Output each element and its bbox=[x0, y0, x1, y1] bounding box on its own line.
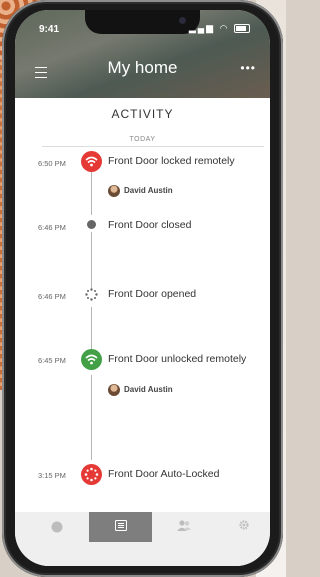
door-closed-dot-icon bbox=[87, 220, 96, 229]
section-divider bbox=[42, 146, 264, 147]
phone-frame: 9:41 ▂▄▆ ◠ My home ••• ACTIVITY TODAY 6:… bbox=[2, 0, 283, 577]
event-text: Front Door Auto-Locked bbox=[108, 468, 220, 480]
signal-icon: ▂▄▆ bbox=[188, 23, 216, 33]
door-opened-icon bbox=[85, 288, 98, 301]
event-text: Front Door opened bbox=[108, 288, 197, 300]
user-name: David Austin bbox=[124, 186, 173, 196]
activity-heading: ACTIVITY bbox=[111, 107, 174, 121]
event-text: Front Door unlocked remotely bbox=[108, 353, 247, 365]
page-title: My home bbox=[107, 58, 178, 77]
gear-icon bbox=[238, 518, 250, 536]
wifi-unlock-icon bbox=[81, 349, 102, 370]
wifi-lock-icon bbox=[81, 151, 102, 172]
event-user: David Austin bbox=[108, 384, 173, 396]
event-time: 6:46 PM bbox=[38, 223, 66, 232]
event-time: 6:45 PM bbox=[38, 356, 66, 365]
section-label: TODAY bbox=[129, 136, 156, 143]
event-text: Front Door locked remotely bbox=[108, 155, 235, 167]
auto-lock-icon bbox=[81, 464, 102, 485]
settings-tab[interactable] bbox=[212, 512, 270, 542]
users-icon bbox=[176, 518, 192, 536]
battery-icon bbox=[234, 24, 250, 34]
event-time: 6:46 PM bbox=[38, 292, 66, 301]
activity-tab[interactable] bbox=[89, 512, 152, 542]
camera-icon bbox=[179, 17, 186, 24]
event-user: David Austin bbox=[108, 185, 173, 197]
timeline-line bbox=[91, 307, 92, 355]
app-screen: 9:41 ▂▄▆ ◠ My home ••• ACTIVITY TODAY 6:… bbox=[15, 10, 270, 566]
circle-icon bbox=[51, 521, 62, 533]
list-icon bbox=[114, 518, 127, 536]
timeline-line bbox=[91, 375, 92, 460]
event-time: 6:50 PM bbox=[38, 159, 66, 168]
home-tab[interactable] bbox=[25, 512, 88, 542]
status-time: 9:41 bbox=[39, 24, 60, 35]
user-name: David Austin bbox=[124, 385, 173, 395]
avatar bbox=[108, 384, 120, 396]
timeline-line bbox=[91, 170, 92, 215]
users-tab[interactable] bbox=[152, 512, 215, 542]
tab-bar bbox=[15, 512, 270, 566]
event-text: Front Door closed bbox=[108, 219, 192, 231]
event-time: 3:15 PM bbox=[38, 471, 66, 480]
status-icons: ▂▄▆ ◠ bbox=[189, 23, 250, 34]
avatar bbox=[108, 185, 120, 197]
notch bbox=[85, 10, 200, 34]
more-options-icon[interactable]: ••• bbox=[240, 61, 256, 75]
wifi-status-icon: ◠ bbox=[219, 23, 230, 33]
